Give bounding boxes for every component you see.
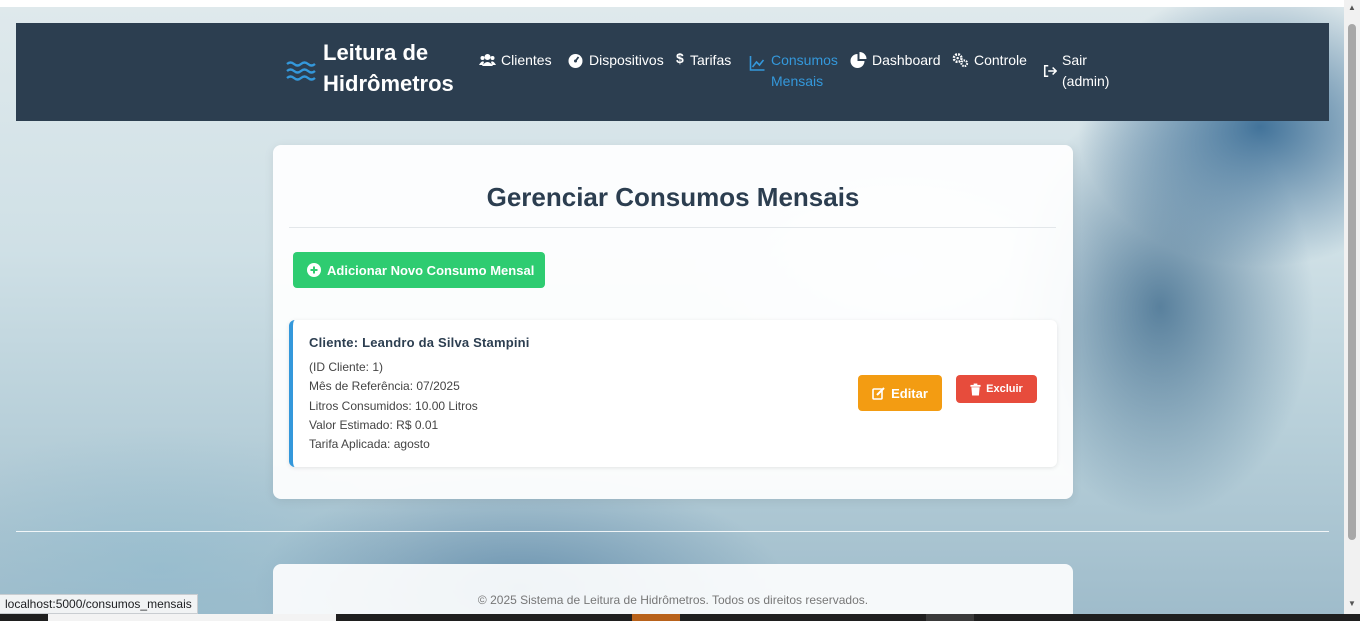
nav-link-clientes[interactable]: Clientes bbox=[479, 50, 552, 71]
record-tariff: Tarifa Aplicada: agosto bbox=[309, 437, 430, 451]
taskbar-search-box[interactable] bbox=[48, 614, 336, 621]
record-client-id: (ID Cliente: 1) bbox=[309, 360, 384, 374]
footer-copyright: © 2025 Sistema de Leitura de Hidrômetros… bbox=[477, 593, 869, 607]
sign-out-icon bbox=[1043, 64, 1057, 78]
delete-label: Excluir bbox=[986, 383, 1023, 395]
page-title: Gerenciar Consumos Mensais bbox=[486, 182, 860, 212]
vertical-scrollbar[interactable]: ▲ ▼ bbox=[1344, 0, 1360, 614]
nav-link-sair[interactable]: Sair (admin) bbox=[1043, 50, 1112, 92]
footer: © 2025 Sistema de Leitura de Hidrômetros… bbox=[273, 564, 1073, 621]
top-navbar: Leitura de Hidrômetros Clientes Disposit… bbox=[16, 23, 1329, 121]
record-liters: Litros Consumidos: 10.00 Litros bbox=[309, 399, 478, 413]
cogs-icon bbox=[952, 53, 969, 68]
nav-label-tarifas: Tarifas bbox=[690, 52, 732, 68]
plus-circle-icon bbox=[307, 263, 321, 277]
footer-separator bbox=[16, 531, 1329, 532]
gauge-icon bbox=[568, 54, 583, 68]
trash-icon bbox=[970, 383, 981, 395]
nav-link-dispositivos[interactable]: Dispositivos bbox=[567, 50, 664, 71]
nav-label-sair: Sair (admin) bbox=[1062, 52, 1110, 89]
chart-line-icon bbox=[749, 56, 765, 71]
nav-label-dashboard: Dashboard bbox=[872, 52, 941, 68]
scrollbar-thumb[interactable] bbox=[1348, 24, 1356, 540]
delete-button[interactable]: Excluir bbox=[956, 375, 1037, 403]
add-consumo-button[interactable]: Adicionar Novo Consumo Mensal bbox=[293, 252, 545, 288]
brand-title: Leitura de Hidrômetros bbox=[323, 40, 454, 96]
os-taskbar bbox=[0, 614, 1360, 621]
users-icon bbox=[479, 54, 496, 66]
record-client-name: Cliente: Leandro da Silva Stampini bbox=[309, 335, 530, 350]
page-top-strip bbox=[0, 0, 1344, 7]
record-estimated-value: Valor Estimado: R$ 0.01 bbox=[309, 418, 439, 432]
consumo-record-card: Cliente: Leandro da Silva Stampini (ID C… bbox=[289, 320, 1057, 467]
nav-link-controle[interactable]: Controle bbox=[952, 50, 1027, 71]
scroll-up-arrow-icon[interactable]: ▲ bbox=[1344, 2, 1360, 14]
pie-chart-icon bbox=[850, 52, 867, 68]
dollar-icon: $ bbox=[676, 50, 684, 66]
title-divider bbox=[289, 227, 1056, 228]
nav-label-dispositivos: Dispositivos bbox=[589, 52, 664, 68]
scroll-down-arrow-icon[interactable]: ▼ bbox=[1344, 598, 1360, 610]
nav-link-dashboard[interactable]: Dashboard bbox=[850, 50, 941, 71]
nav-label-consumos-mensais: Consumos Mensais bbox=[771, 52, 838, 89]
nav-link-tarifas[interactable]: $ Tarifas bbox=[676, 50, 731, 71]
brand[interactable]: Leitura de Hidrômetros bbox=[286, 37, 473, 99]
water-waves-icon bbox=[286, 61, 316, 81]
edit-button[interactable]: Editar bbox=[858, 375, 942, 411]
status-bar-url: localhost:5000/consumos_mensais bbox=[0, 594, 198, 614]
main-card: Gerenciar Consumos Mensais Adicionar Nov… bbox=[273, 145, 1073, 499]
record-reference-month: Mês de Referência: 07/2025 bbox=[309, 379, 460, 393]
nav-link-consumos-mensais[interactable]: Consumos Mensais bbox=[749, 50, 838, 92]
taskbar-app-icon[interactable] bbox=[926, 614, 974, 621]
edit-icon bbox=[872, 386, 885, 400]
nav-label-clientes: Clientes bbox=[501, 52, 552, 68]
edit-label: Editar bbox=[891, 385, 928, 401]
add-consumo-label: Adicionar Novo Consumo Mensal bbox=[327, 262, 535, 278]
nav-label-controle: Controle bbox=[974, 52, 1027, 68]
taskbar-app-icon[interactable] bbox=[632, 614, 680, 621]
